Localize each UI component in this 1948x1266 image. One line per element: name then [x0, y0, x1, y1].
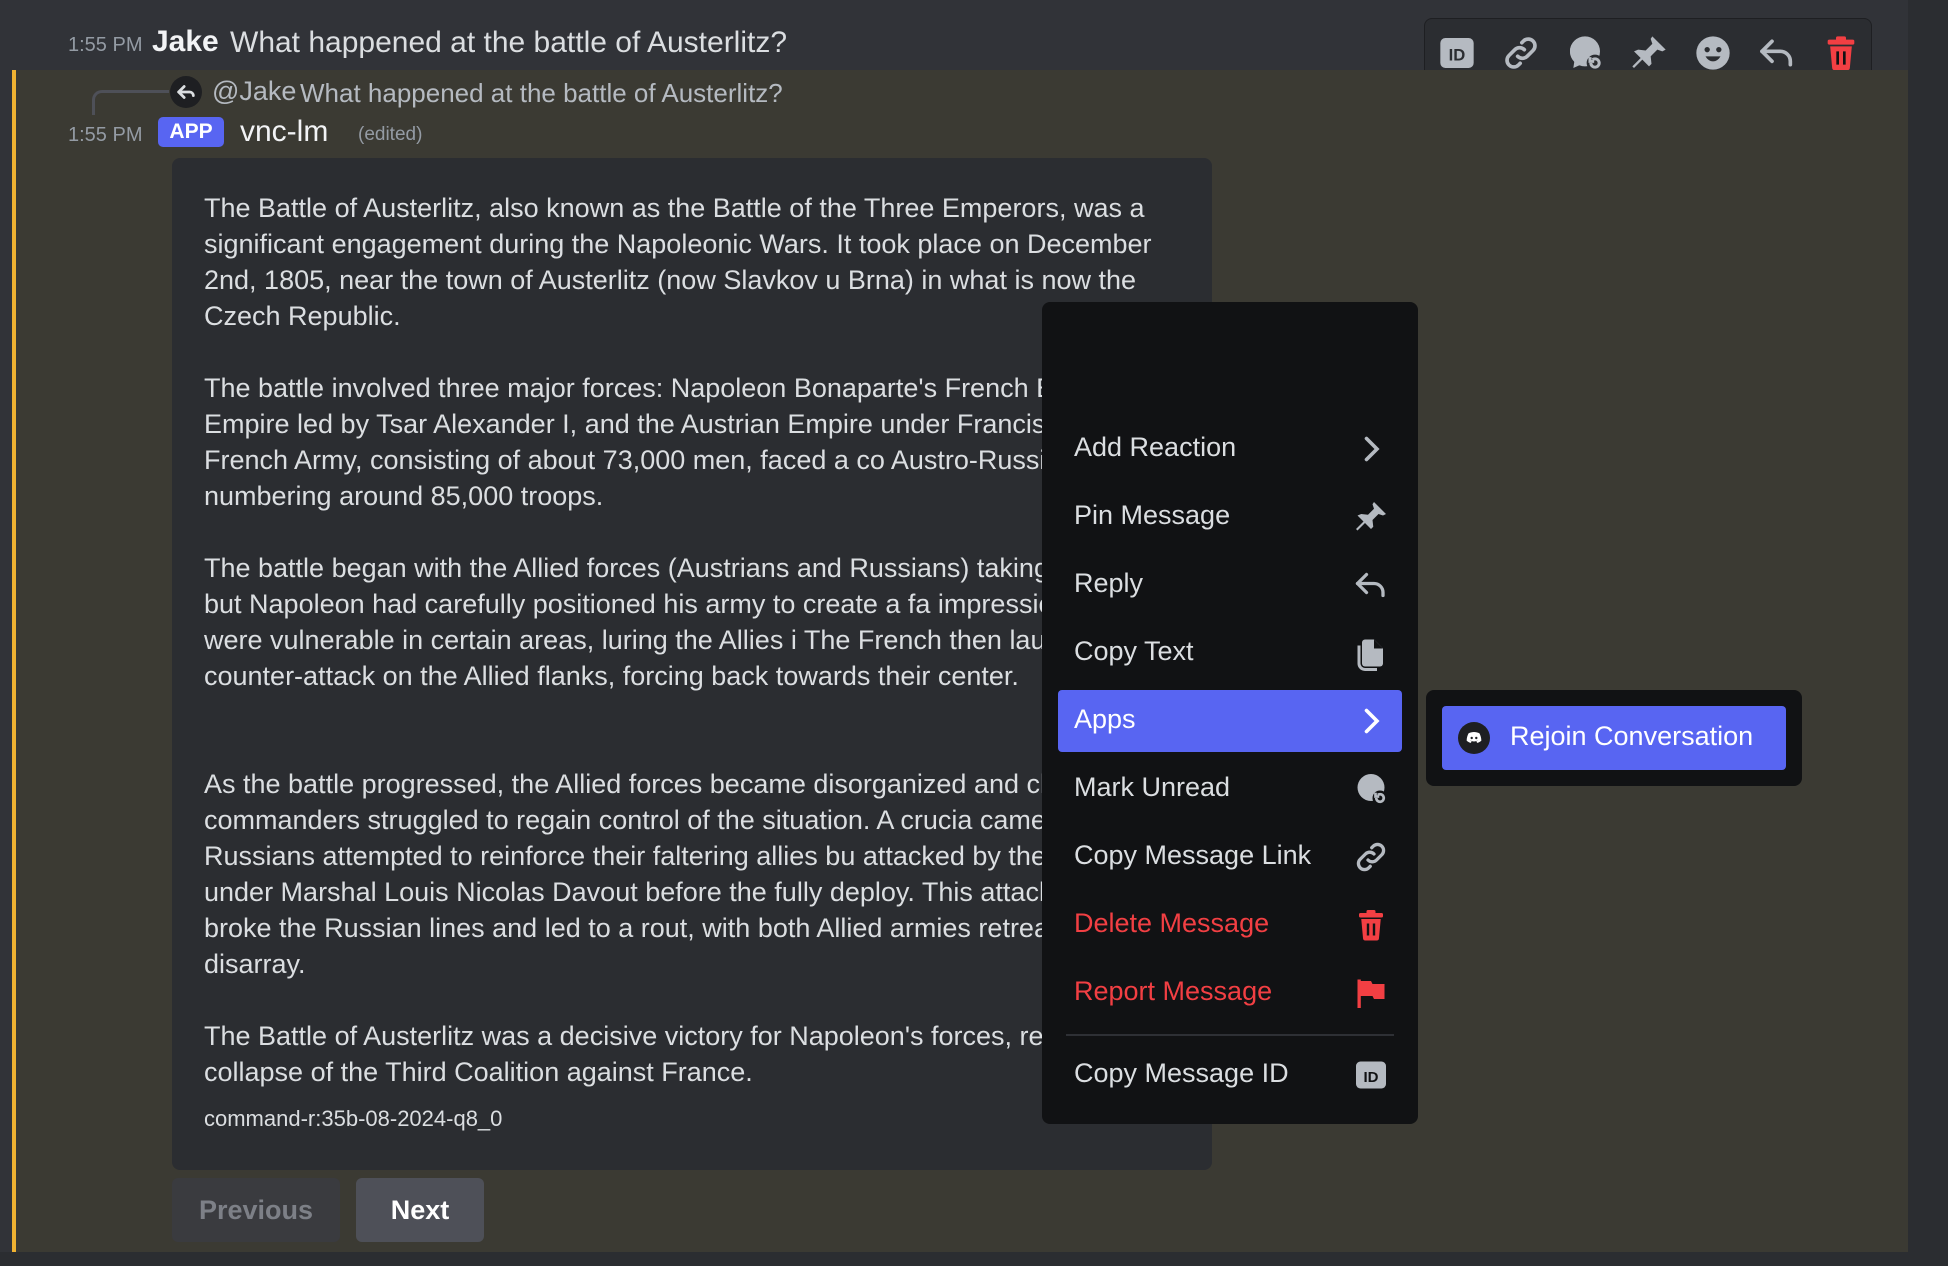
apps-submenu: Rejoin Conversation — [1426, 690, 1802, 786]
reply-icon — [177, 85, 195, 99]
chevron-right-icon — [1352, 430, 1390, 468]
id-icon: ID — [1440, 38, 1474, 68]
menu-item-label: Copy Text — [1074, 636, 1194, 666]
chevron-right-icon — [1352, 702, 1390, 740]
reply-mention[interactable]: @Jake — [212, 76, 296, 107]
discord-icon — [1458, 722, 1490, 754]
menu-item-apps[interactable]: Apps — [1058, 690, 1402, 752]
trash-icon — [1827, 36, 1855, 71]
app-badge: APP — [158, 117, 224, 147]
svg-text:ID: ID — [1364, 1069, 1379, 1086]
message-context-menu: Add Reaction Pin Message Reply Copy Text… — [1042, 302, 1418, 1124]
message-content: What happened at the battle of Austerlit… — [230, 26, 788, 59]
svg-text:ID: ID — [1449, 46, 1466, 65]
menu-item-label: Copy Message ID — [1074, 1058, 1289, 1088]
menu-item-label: Pin Message — [1074, 500, 1231, 530]
menu-item-pin-message[interactable]: Pin Message — [1058, 486, 1402, 548]
id-icon: ID — [1352, 1056, 1390, 1094]
edited-label: (edited) — [358, 124, 423, 145]
menu-item-label: Copy Message Link — [1074, 840, 1312, 870]
submenu-item-label: Rejoin Conversation — [1510, 721, 1754, 751]
menu-item-mark-unread[interactable]: Mark Unread — [1058, 758, 1402, 820]
embed-footer: command-r:35b-08-2024-q8_0 — [204, 1106, 503, 1131]
next-button[interactable]: Next — [356, 1178, 484, 1242]
emoji-icon — [1696, 36, 1730, 70]
bot-author[interactable]: vnc-lm — [240, 115, 328, 149]
reply-icon — [1760, 39, 1793, 67]
link-icon — [1352, 838, 1390, 876]
menu-item-label: Delete Message — [1074, 908, 1270, 938]
menu-item-copy-text[interactable]: Copy Text — [1058, 622, 1402, 684]
menu-item-reply[interactable]: Reply — [1058, 554, 1402, 616]
bottom-edge — [0, 1252, 1948, 1266]
menu-separator — [1066, 1034, 1394, 1036]
menu-item-label: Apps — [1074, 704, 1136, 734]
menu-item-delete-message[interactable]: Delete Message — [1058, 894, 1402, 956]
flag-icon — [1352, 974, 1390, 1012]
bot-message-timestamp: 1:55 PM — [68, 124, 143, 146]
menu-item-label: Mark Unread — [1074, 772, 1231, 802]
menu-item-copy-message-link[interactable]: Copy Message Link — [1058, 826, 1402, 888]
right-edge — [1908, 0, 1948, 1266]
trash-icon — [1352, 906, 1390, 944]
reply-spine — [92, 90, 169, 115]
link-icon — [1505, 37, 1537, 69]
menu-item-label: Report Message — [1074, 976, 1273, 1006]
mark-unread-icon — [1570, 36, 1604, 72]
reply-icon — [1352, 566, 1390, 604]
rejoin-conversation-button[interactable]: Rejoin Conversation — [1442, 706, 1786, 770]
previous-button[interactable]: Previous — [172, 1178, 340, 1242]
menu-item-report-message[interactable]: Report Message — [1058, 962, 1402, 1024]
message-timestamp: 1:55 PM — [68, 34, 143, 56]
copy-icon — [1352, 634, 1390, 672]
pin-icon — [1352, 498, 1390, 536]
menu-item-label: Add Reaction — [1074, 432, 1237, 462]
message-author[interactable]: Jake — [152, 25, 219, 59]
menu-item-copy-message-id[interactable]: Copy Message ID ID — [1058, 1044, 1402, 1106]
reply-avatar[interactable] — [170, 76, 202, 108]
menu-item-label: Reply — [1074, 568, 1144, 598]
mark-unread-icon — [1352, 770, 1390, 808]
pin-icon — [1632, 36, 1666, 68]
menu-item-add-reaction[interactable]: Add Reaction — [1058, 418, 1402, 480]
reply-preview-text[interactable]: What happened at the battle of Austerlit… — [300, 78, 783, 109]
